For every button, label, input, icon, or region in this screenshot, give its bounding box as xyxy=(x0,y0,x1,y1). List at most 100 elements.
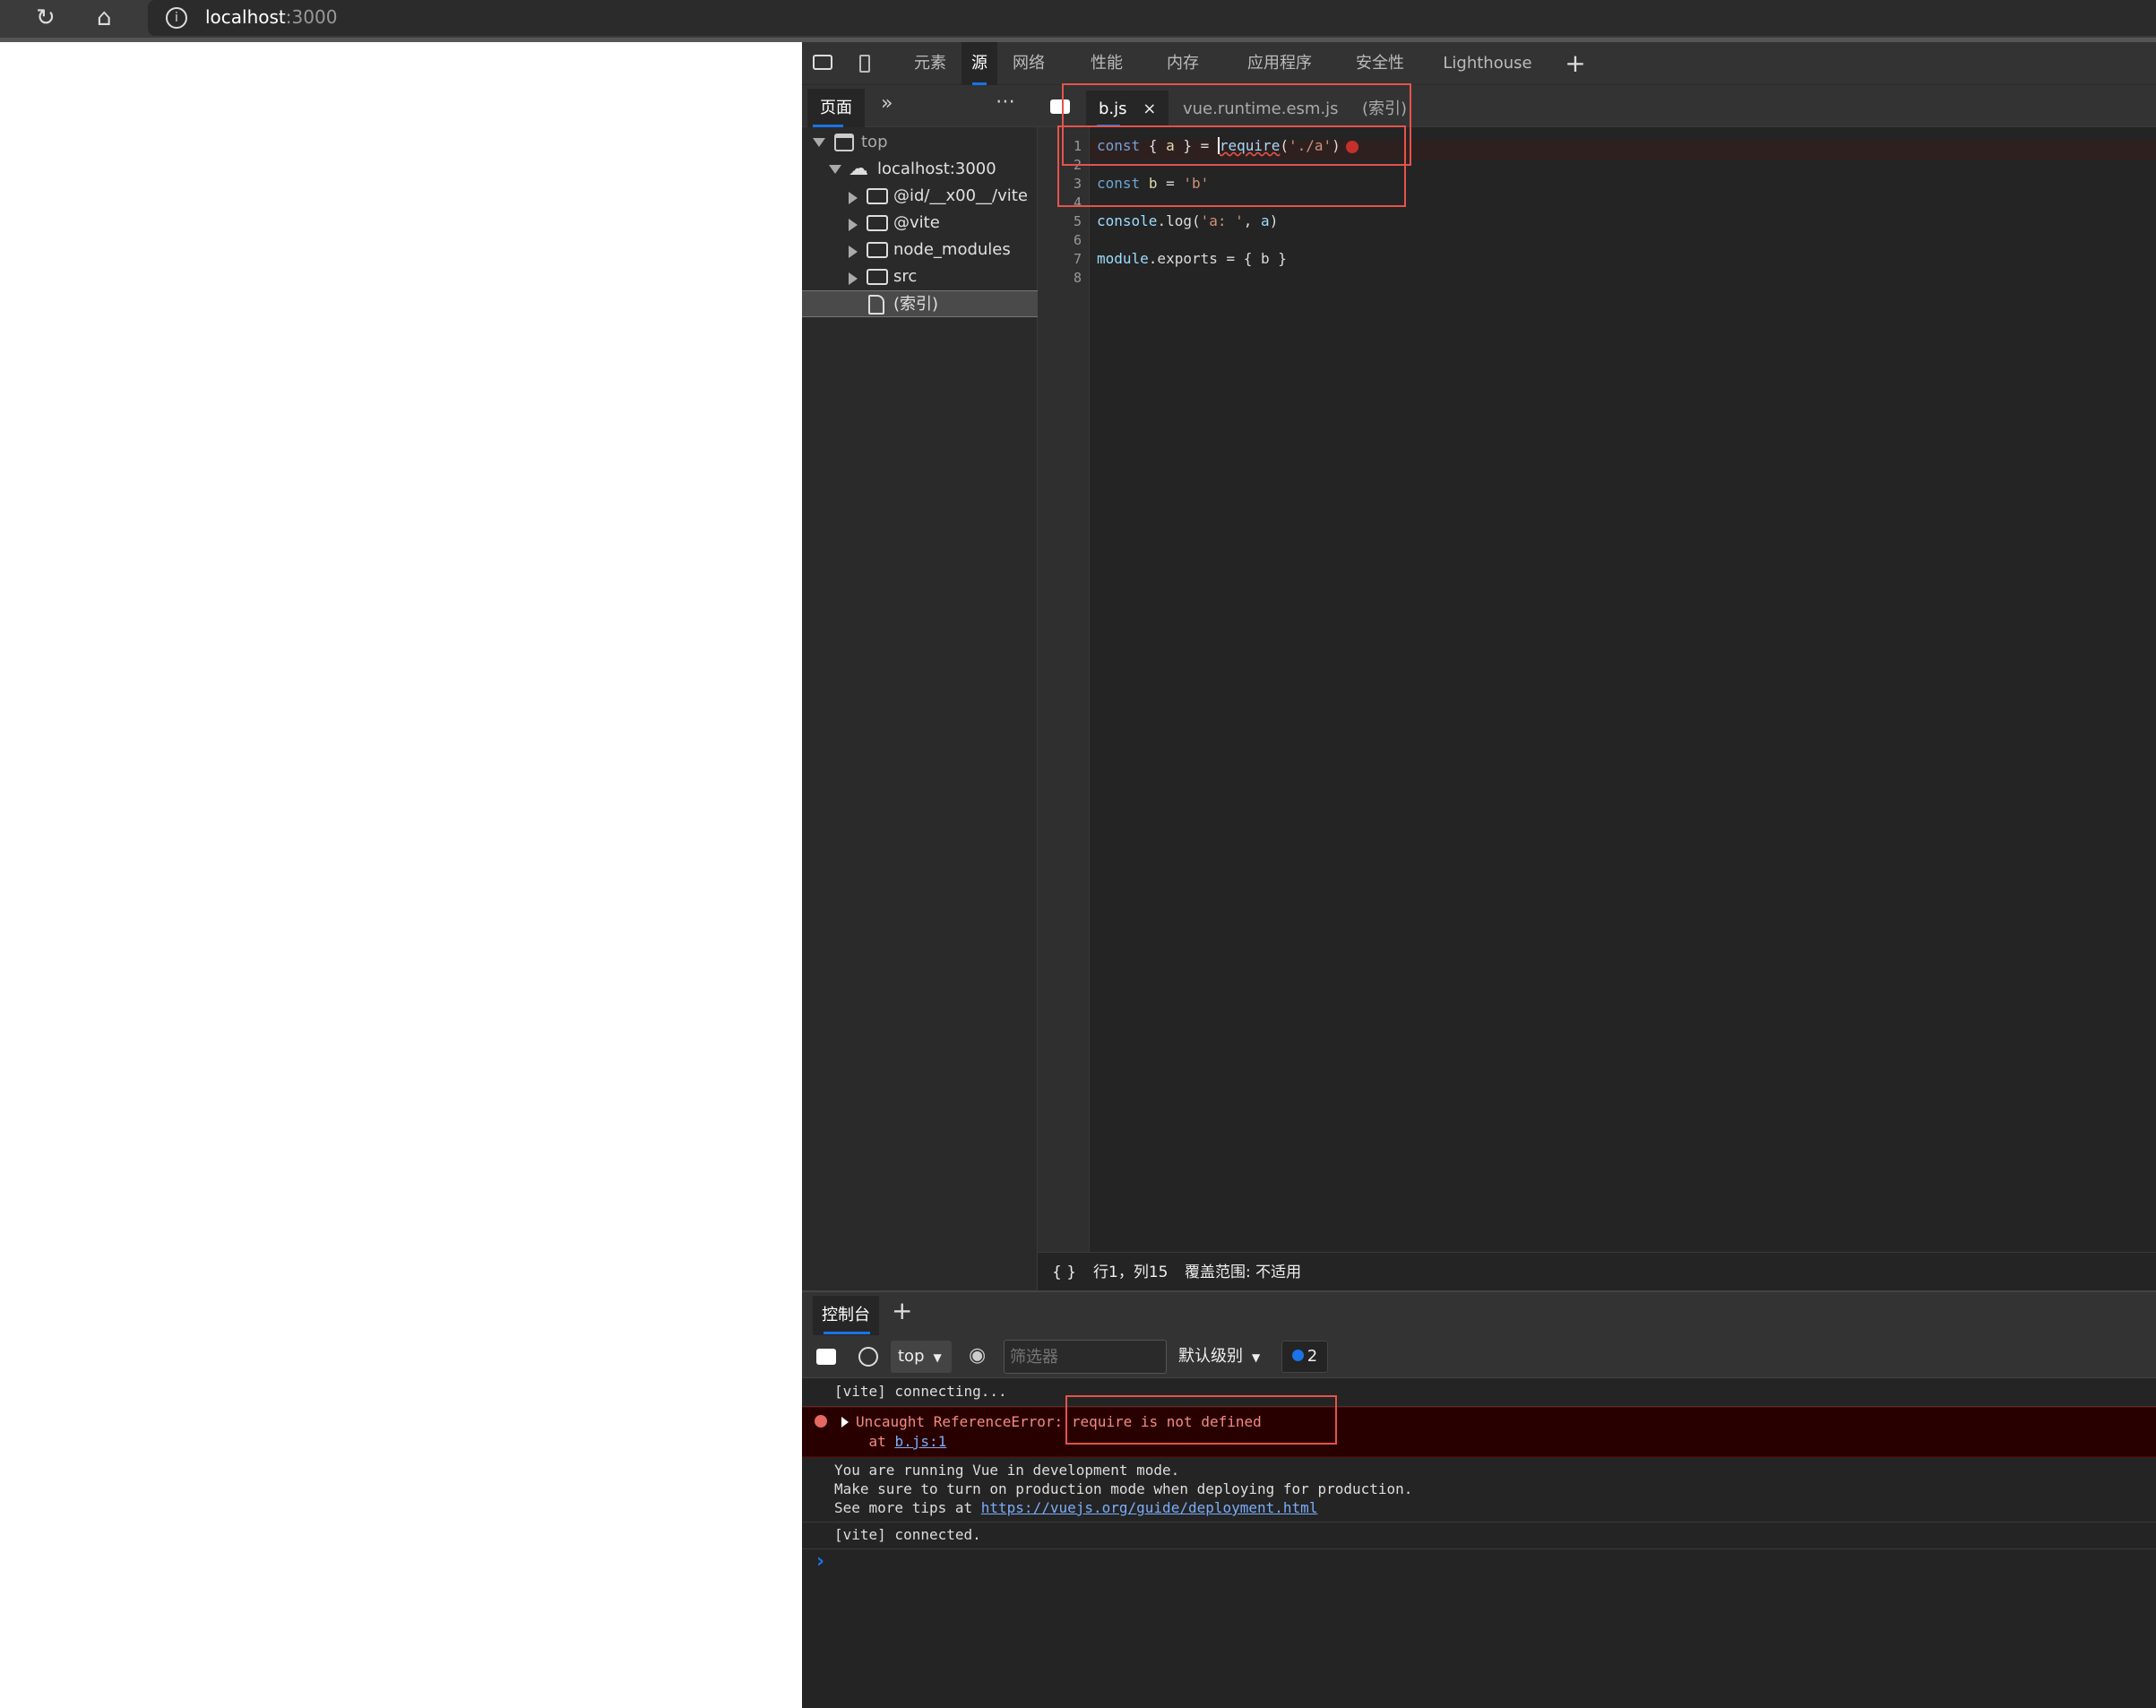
tab-console[interactable]: 控制台 xyxy=(813,1296,879,1335)
docs-link[interactable]: https://vuejs.org/guide/deployment.html xyxy=(981,1499,1318,1516)
line-number[interactable]: 5 xyxy=(1046,213,1082,229)
message-icon xyxy=(1291,1350,1304,1361)
code-line-5[interactable]: console.log('a: ', a) xyxy=(1097,212,1278,229)
expand-arrow-icon[interactable] xyxy=(829,165,841,174)
string: 'a: ' xyxy=(1200,212,1244,229)
stack-link[interactable]: b.js:1 xyxy=(894,1433,946,1450)
folder-icon xyxy=(867,242,888,258)
tree-label: node_modules xyxy=(893,240,1011,259)
code-text: ) xyxy=(1269,212,1279,229)
show-sidebar-icon[interactable] xyxy=(816,1349,836,1365)
devtools-main-tabs: 元素 源 网络 性能 内存 应用程序 安全性 Lighthouse + xyxy=(802,42,2156,85)
tree-label: top xyxy=(861,133,888,151)
inspect-element-icon[interactable] xyxy=(813,55,832,70)
console-message: [vite] connected. xyxy=(802,1523,2156,1549)
url-text[interactable]: localhost:3000 xyxy=(205,5,337,29)
annotation-box-tabs xyxy=(1062,83,1411,166)
reload-icon[interactable]: ↻ xyxy=(36,2,56,34)
tree-item-folder[interactable]: src xyxy=(802,263,1038,290)
context-value: top xyxy=(898,1347,925,1366)
tab-network[interactable]: 网络 xyxy=(1006,42,1051,85)
address-bar[interactable]: i localhost:3000 xyxy=(148,0,2156,36)
code-line-7[interactable]: module.exports = { b } xyxy=(1097,250,1287,267)
tree-item-top[interactable]: top xyxy=(802,129,1038,156)
url-host: localhost xyxy=(205,6,286,28)
console-drawer: 控制台 + top ▼ ◉ 默认级别 ▼ 2 [vite] connecting..… xyxy=(802,1290,2156,1708)
expand-arrow-icon[interactable] xyxy=(841,1417,849,1428)
tree-item-folder[interactable]: node_modules xyxy=(802,237,1038,263)
pretty-print-button[interactable]: { } xyxy=(1052,1253,1076,1292)
info-icon[interactable]: i xyxy=(166,7,187,29)
coverage-status: 覆盖范围: 不适用 xyxy=(1185,1264,1302,1281)
home-icon[interactable]: ⌂ xyxy=(97,2,112,34)
browser-toolbar: ↻ ⌂ i localhost:3000 xyxy=(0,0,2156,38)
tab-elements[interactable]: 元素 xyxy=(908,42,953,85)
dropdown-arrow-icon: ▼ xyxy=(933,1351,942,1364)
url-port: :3000 xyxy=(285,6,338,28)
add-drawer-tab-button[interactable]: + xyxy=(892,1296,912,1325)
tree-label: localhost:3000 xyxy=(877,160,996,178)
tab-lighthouse[interactable]: Lighthouse xyxy=(1443,42,1532,85)
code-text: .exports = { b } xyxy=(1148,250,1287,267)
message-text: [vite] connecting... xyxy=(834,1383,1007,1400)
log-level-selector[interactable]: 默认级别 ▼ xyxy=(1178,1341,1260,1373)
context-selector[interactable]: top ▼ xyxy=(891,1341,952,1373)
variable: a xyxy=(1261,212,1270,229)
message-text: You are running Vue in development mode. xyxy=(834,1462,1180,1479)
live-expression-eye-icon[interactable]: ◉ xyxy=(969,1344,986,1367)
console-error-message: Uncaught ReferenceError: require is not … xyxy=(802,1407,2156,1457)
device-toolbar-icon[interactable] xyxy=(859,55,870,73)
code-editor: b.js × vue.runtime.esm.js (索引) 1 2 3 4 5… xyxy=(1038,85,2156,1297)
tab-application[interactable]: 应用程序 xyxy=(1239,42,1320,85)
code-text: , xyxy=(1243,212,1262,229)
tab-page[interactable]: 页面 xyxy=(807,89,865,127)
tree-label: src xyxy=(893,267,918,286)
page-viewport xyxy=(0,42,802,1708)
line-number[interactable]: 8 xyxy=(1046,270,1082,286)
message-text: See more tips at xyxy=(834,1499,981,1516)
line-number[interactable]: 7 xyxy=(1046,251,1082,267)
console-filter-input[interactable] xyxy=(1004,1340,1167,1374)
line-number[interactable]: 6 xyxy=(1046,232,1082,248)
dropdown-arrow-icon: ▼ xyxy=(1252,1351,1261,1364)
expand-arrow-icon[interactable] xyxy=(813,138,825,147)
error-prefix: Uncaught ReferenceError: xyxy=(856,1413,1072,1430)
tree-item-origin[interactable]: ☁ localhost:3000 xyxy=(802,156,1038,183)
collapse-arrow-icon[interactable] xyxy=(849,246,858,258)
line-number-gutter: 1 2 3 4 5 6 7 8 xyxy=(1038,127,1090,1252)
more-tabs-icon[interactable]: » xyxy=(881,92,893,115)
tab-memory[interactable]: 内存 xyxy=(1160,42,1205,85)
cloud-icon: ☁ xyxy=(849,158,868,180)
tree-label: @vite xyxy=(893,213,940,232)
drawer-tabs: 控制台 + xyxy=(802,1290,2156,1335)
collapse-arrow-icon[interactable] xyxy=(849,219,858,231)
tab-performance[interactable]: 性能 xyxy=(1084,42,1129,85)
stack-at: at xyxy=(834,1433,895,1450)
error-icon xyxy=(815,1415,827,1428)
sources-navigator: 页面 » ⋯ top ☁ localhost:3000 @id/__x00__/… xyxy=(802,85,1038,1297)
collapse-arrow-icon[interactable] xyxy=(849,192,858,204)
tab-sources[interactable]: 源 xyxy=(962,42,997,85)
folder-icon xyxy=(867,188,888,204)
clear-console-icon[interactable] xyxy=(858,1347,878,1367)
collapse-arrow-icon[interactable] xyxy=(849,272,858,285)
identifier: console xyxy=(1097,212,1158,229)
tab-console-indicator xyxy=(824,1332,870,1334)
console-message: [vite] connecting... xyxy=(802,1378,2156,1407)
tree-item-folder[interactable]: @vite xyxy=(802,210,1038,237)
folder-icon xyxy=(867,269,888,285)
add-tab-button[interactable]: + xyxy=(1562,42,1589,85)
log-level-value: 默认级别 xyxy=(1178,1347,1243,1366)
tab-security[interactable]: 安全性 xyxy=(1349,42,1411,85)
tree-label: (索引) xyxy=(893,295,939,314)
console-prompt-icon[interactable]: › xyxy=(816,1550,824,1573)
message-text: Make sure to turn on production mode whe… xyxy=(834,1480,1413,1497)
tree-item-file[interactable]: (索引) xyxy=(802,290,1038,317)
message-text: [vite] connected. xyxy=(834,1526,981,1543)
more-options-icon[interactable]: ⋯ xyxy=(996,91,1015,113)
navigator-header: 页面 » ⋯ xyxy=(802,85,1038,127)
console-message: You are running Vue in development mode.… xyxy=(802,1457,2156,1523)
issues-counter[interactable]: 2 xyxy=(1281,1341,1328,1373)
tree-label: @id/__x00__/vite xyxy=(893,186,1028,205)
tree-item-folder[interactable]: @id/__x00__/vite xyxy=(802,183,1038,210)
